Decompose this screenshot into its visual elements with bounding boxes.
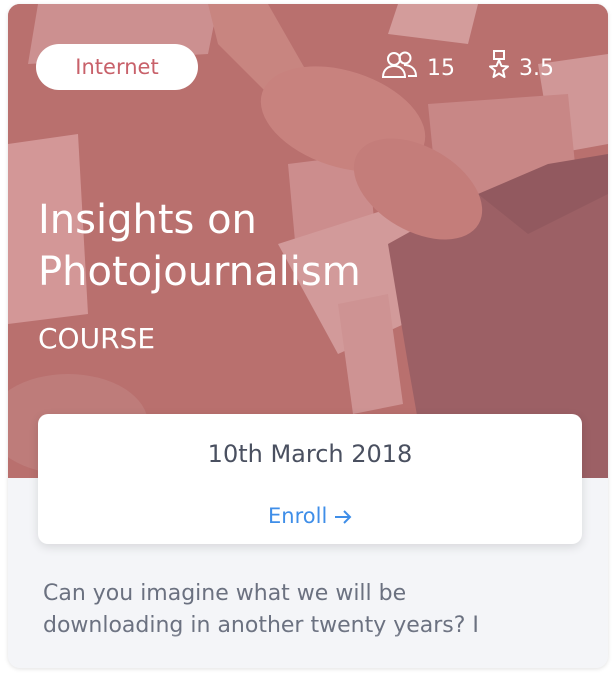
enroll-panel: 10th March 2018 Enroll [38,414,582,544]
course-title-line-1: Insights on [38,197,257,243]
enroll-link[interactable]: Enroll [38,504,582,528]
category-badge[interactable]: Internet [36,44,198,90]
course-type-label: COURSE [38,322,156,355]
enroll-label: Enroll [268,504,328,528]
description-line-1: Can you imagine what we will be [43,581,407,606]
description-fade [8,630,608,668]
rating-stat: 3.5 [486,50,554,86]
arrow-right-icon [334,504,352,528]
course-hero-image: Internet 15 3.5 Insights on Photojournal… [8,4,608,478]
rating-value: 3.5 [519,55,554,81]
award-star-icon [486,50,519,86]
course-card[interactable]: Internet 15 3.5 Insights on Photojournal… [8,4,608,668]
students-count: 15 [427,55,455,81]
students-stat: 15 [380,50,455,86]
course-title-line-2: Photojournalism [38,249,361,295]
users-icon [380,50,427,86]
course-date: 10th March 2018 [207,440,413,468]
course-title: Insights on Photojournalism [38,194,558,298]
